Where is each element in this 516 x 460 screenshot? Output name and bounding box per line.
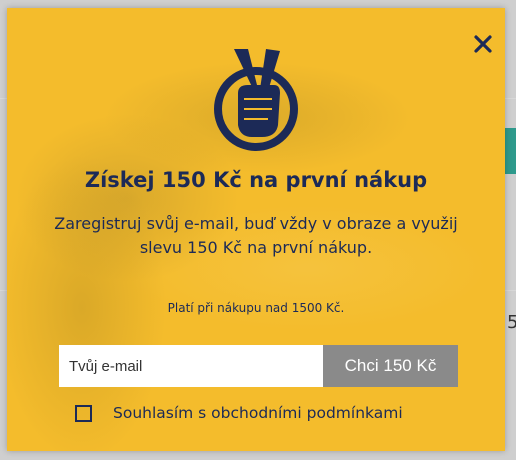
minimum-purchase-note: Platí při nákupu nad 1500 Kč.: [167, 301, 345, 315]
email-input[interactable]: [59, 345, 324, 387]
newsletter-modal: Získej 150 Kč na první nákup Zaregistruj…: [7, 8, 505, 451]
close-button[interactable]: [469, 30, 497, 58]
victory-hand-icon: [214, 49, 298, 151]
close-icon: [474, 35, 492, 53]
terms-consent-label: Souhlasím s obchodními podmínkami: [113, 404, 403, 422]
modal-title: Získej 150 Kč na první nákup: [84, 168, 428, 192]
modal-description: Zaregistruj svůj e-mail, buď vždy v obra…: [54, 214, 458, 257]
submit-button[interactable]: Chci 150 Kč: [323, 345, 458, 387]
terms-checkbox[interactable]: [75, 404, 92, 422]
terms-consent[interactable]: Souhlasím s obchodními podmínkami: [75, 403, 403, 423]
background-edge-text: 5: [507, 312, 516, 333]
